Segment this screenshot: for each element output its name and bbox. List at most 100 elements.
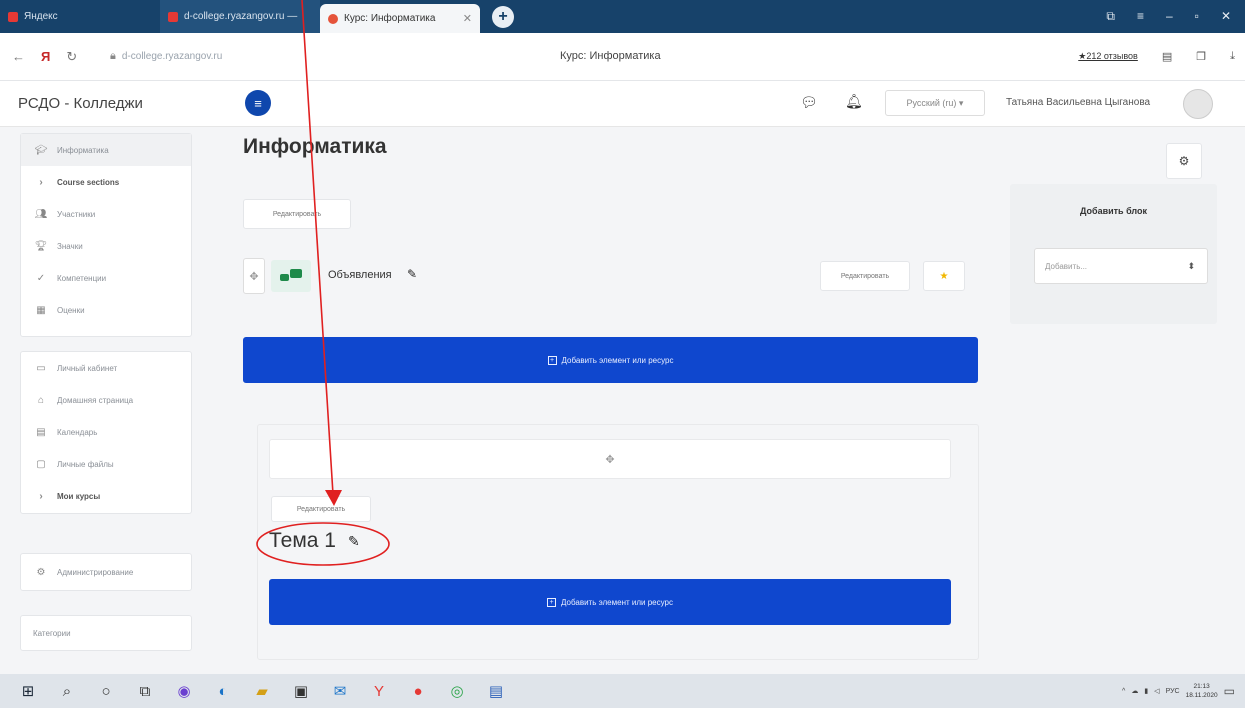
page-title-bar: Курс: Информатика: [560, 50, 661, 62]
network-icon[interactable]: ▮: [1144, 687, 1148, 695]
opera-gx-icon[interactable]: ◉: [173, 681, 195, 701]
forum-icon: [271, 260, 311, 292]
nav-item-label: Информатика: [57, 145, 109, 155]
minimize-icon[interactable]: –: [1166, 9, 1173, 24]
edit-title-icon[interactable]: ✎: [407, 267, 417, 281]
nav-item-private-files[interactable]: ▢ Личные файлы: [21, 448, 191, 480]
browser-actions: ★212 отзывов ▤ ❐ ⤓: [1078, 50, 1245, 63]
add-activity-button[interactable]: + Добавить элемент или ресурс: [243, 337, 978, 383]
menu-icon[interactable]: ≡: [1137, 9, 1144, 24]
nav-item-calendar[interactable]: ▤ Календарь: [21, 416, 191, 448]
notifications-center-icon[interactable]: ▭: [1224, 684, 1235, 698]
cortana-icon[interactable]: ○: [95, 681, 117, 701]
notifications-icon[interactable]: 🔔︎: [845, 93, 863, 110]
edit-section-1-button[interactable]: Редактировать: [271, 496, 371, 522]
star-icon[interactable]: ★: [923, 261, 965, 291]
nav-item-label: Категории: [33, 628, 71, 638]
onedrive-icon[interactable]: ☁: [1131, 687, 1138, 695]
nav-item-label: Календарь: [57, 427, 98, 437]
add-activity-label: Добавить элемент или ресурс: [561, 597, 673, 607]
section-move-handle[interactable]: ✥: [269, 439, 951, 479]
messages-icon[interactable]: 💬︎: [800, 94, 818, 111]
address-bar: ← Я ↻ 🔒︎ d-college.ryazangov.ru Курс: Ин…: [0, 33, 1245, 81]
add-activity-button-section-1[interactable]: + Добавить элемент или ресурс: [269, 579, 951, 625]
site-nav: ▭ Личный кабинет ⌂ Домашняя страница ▤ К…: [20, 351, 192, 514]
nav-item-site-admin[interactable]: ⚙ Администрирование: [21, 554, 191, 590]
taskbar: ⊞ ⌕ ○ ⧉ ◉ ◐ ▰ ▣ ✉ Y ● ◎ ▤ ^ ☁ ▮ ◁ РУС 21…: [0, 674, 1245, 708]
nav-buttons: ← Я ↻: [0, 49, 110, 65]
avatar[interactable]: [1183, 89, 1213, 119]
task-view-icon[interactable]: ⧉: [134, 681, 156, 701]
nav-item-course[interactable]: 🎓︎ Информатика: [21, 134, 191, 166]
yandex-browser-icon[interactable]: Y: [368, 681, 390, 701]
language-select[interactable]: Русский (ru) ▾: [885, 90, 985, 116]
browser-tab-bar: Яндекс d-college.ryazangov.ru — Курс: Ин…: [0, 0, 1245, 33]
site-header: РСДО - Колледжи ≡ 💬︎ 🔔︎ Русский (ru) ▾ Т…: [0, 81, 1245, 127]
nav-item-badges[interactable]: 🏆︎ Значки: [21, 230, 191, 262]
explorer-icon[interactable]: ▰: [251, 681, 273, 701]
yandex-logo-icon[interactable]: Я: [41, 49, 50, 65]
nav-item-competencies[interactable]: ✓ Компетенции: [21, 262, 191, 294]
nav-item-home[interactable]: ⌂ Домашняя страница: [21, 384, 191, 416]
nav-item-dashboard[interactable]: ▭ Личный кабинет: [21, 352, 191, 384]
drawer-toggle-button[interactable]: ≡: [245, 90, 271, 116]
nav-item-label: Мои курсы: [57, 491, 101, 501]
home-icon: ⌂: [37, 394, 45, 406]
store-icon[interactable]: ▣: [290, 681, 312, 701]
move-icon[interactable]: ✥: [243, 258, 265, 294]
tray-chevron-icon[interactable]: ^: [1122, 688, 1125, 695]
word-icon[interactable]: ▤: [485, 681, 507, 701]
site-name[interactable]: РСДО - Колледжи: [18, 95, 143, 112]
edit-activity-button[interactable]: Редактировать: [820, 261, 910, 291]
announcements-activity: ✥ Объявления ✎ Редактировать ★: [243, 258, 978, 294]
tab-college[interactable]: d-college.ryazangov.ru —: [160, 0, 320, 33]
nav-item-categories[interactable]: Категории: [21, 616, 191, 650]
search-icon[interactable]: ⌕: [56, 681, 78, 701]
reader-icon[interactable]: ▤: [1162, 50, 1172, 63]
clock-date: 18.11.2020: [1185, 692, 1218, 699]
nav-item-participants[interactable]: 👥︎ Участники: [21, 198, 191, 230]
users-icon: 👥︎: [34, 208, 48, 220]
whatsapp-icon[interactable]: ◎: [446, 681, 468, 701]
edge-icon[interactable]: ◐: [212, 681, 234, 701]
opera-icon[interactable]: ●: [407, 681, 429, 701]
url-field[interactable]: d-college.ryazangov.ru: [122, 51, 322, 62]
tab-course[interactable]: Курс: Информатика ✕: [320, 4, 480, 33]
trophy-icon: 🏆︎: [34, 240, 48, 252]
tab-yandex[interactable]: Яндекс: [0, 0, 160, 33]
download-icon[interactable]: ⤓: [1230, 50, 1235, 63]
tray-lang[interactable]: РУС: [1166, 688, 1180, 695]
plus-icon: +: [547, 597, 557, 607]
nav-item-my-courses[interactable]: › Мои курсы: [21, 480, 191, 512]
course-nav: 🎓︎ Информатика › Course sections 👥︎ Учас…: [20, 133, 192, 337]
reload-icon[interactable]: ↻: [66, 49, 77, 65]
edit-section-0-button[interactable]: Редактировать: [243, 199, 351, 229]
start-icon[interactable]: ⊞: [17, 681, 39, 701]
extensions-icon[interactable]: ⧉: [1106, 9, 1115, 24]
reviews-link[interactable]: ★212 отзывов: [1078, 51, 1138, 62]
add-block-placeholder: Добавить...: [1045, 261, 1088, 271]
gear-icon: ⚙: [36, 566, 46, 578]
close-window-icon[interactable]: ✕: [1221, 9, 1231, 24]
nav-item-label: Компетенции: [57, 273, 107, 283]
edit-section-title-icon[interactable]: ✎: [348, 533, 360, 550]
announcements-link[interactable]: Объявления: [328, 269, 392, 281]
volume-icon[interactable]: ◁: [1154, 687, 1159, 695]
clock[interactable]: 21:13 18.11.2020: [1186, 682, 1218, 700]
close-tab-icon[interactable]: ✕: [463, 12, 472, 25]
add-block-panel: Добавить блок Добавить... ⬍: [1010, 184, 1217, 324]
add-block-select[interactable]: Добавить... ⬍: [1034, 248, 1208, 284]
nav-item-label: Участники: [57, 209, 96, 219]
nav-item-course-sections[interactable]: › Course sections: [21, 166, 191, 198]
back-icon[interactable]: ←: [12, 49, 25, 65]
nav-item-grades[interactable]: ▦ Оценки: [21, 294, 191, 326]
plus-icon: +: [547, 355, 557, 365]
user-name[interactable]: Татьяна Васильевна Цыганова: [1006, 97, 1150, 108]
mail-icon[interactable]: ✉: [329, 681, 351, 701]
new-tab-button[interactable]: +: [492, 5, 514, 28]
bookmark-icon[interactable]: ❐: [1196, 50, 1206, 63]
course-settings-button[interactable]: ⚙: [1166, 143, 1202, 179]
maximize-icon[interactable]: ▫: [1195, 9, 1199, 24]
system-tray: ^ ☁ ▮ ◁ РУС 21:13 18.11.2020 ▭: [1122, 682, 1245, 700]
check-icon: ✓: [36, 272, 46, 284]
